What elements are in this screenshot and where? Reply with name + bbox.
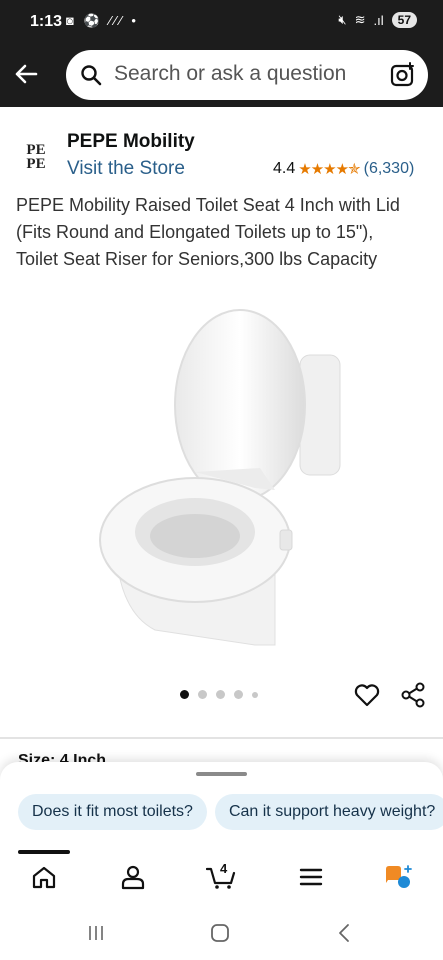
status-bar: 1:13 ◙ ⚽ ⁄⁄⁄ • 🔇︎ ≋ .ıl 57 <box>0 0 443 46</box>
carousel-dot[interactable] <box>234 690 243 699</box>
brand-name: PEPE Mobility <box>67 131 195 152</box>
image-carousel-dots[interactable] <box>180 690 258 699</box>
cart-count-badge: 4 <box>220 861 228 876</box>
suggestion-chip[interactable]: Does it fit most toilets? <box>18 794 207 830</box>
brand-row: PE PE PEPE Mobility Visit the Store 4.4 … <box>0 118 443 188</box>
carousel-dot[interactable] <box>198 690 207 699</box>
system-back-icon[interactable] <box>336 922 352 944</box>
product-title: PEPE Mobility Raised Toilet Seat 4 Inch … <box>16 195 400 269</box>
star-rating-icon: ★★★★✯ <box>298 161 360 178</box>
heart-icon[interactable] <box>353 682 381 708</box>
bottom-nav: 4 <box>0 850 443 906</box>
system-nav-bar <box>0 906 443 960</box>
visit-store-link[interactable]: Visit the Store <box>67 158 185 180</box>
rating-value: 4.4 <box>273 160 296 177</box>
suggestion-chips: Does it fit most toilets? Can it support… <box>18 794 443 830</box>
camera-lens-icon[interactable] <box>390 62 416 88</box>
brand-logo-line1: PE <box>26 142 46 158</box>
suggestion-chip[interactable]: Can it support heavy weight? <box>214 794 443 830</box>
status-time: 1:13 <box>30 13 63 30</box>
product-image[interactable] <box>95 300 355 650</box>
rating-summary[interactable]: 4.4 ★★★★✯ (6,330) <box>273 160 414 178</box>
mute-icon: 🔇︎ <box>338 12 347 27</box>
recents-icon[interactable] <box>86 924 106 942</box>
carousel-dot[interactable] <box>252 691 258 698</box>
signal-icon: .ıl <box>373 12 384 28</box>
account-icon[interactable] <box>120 864 146 890</box>
home-button-icon[interactable] <box>210 923 230 943</box>
share-icon[interactable] <box>400 682 426 708</box>
sheet-grabber[interactable] <box>196 772 247 776</box>
battery-indicator: 57 <box>391 12 417 28</box>
search-icon <box>81 65 102 86</box>
menu-icon[interactable] <box>298 864 324 890</box>
wifi-icon: ≋ <box>354 12 366 27</box>
nav-active-indicator <box>18 850 70 854</box>
status-right: 🔇︎ ≋ .ıl 57 <box>338 12 417 28</box>
brand-logo[interactable]: PE PE <box>16 132 56 182</box>
back-arrow-icon[interactable] <box>12 60 40 88</box>
notification-icons: ◙ ⚽ ⁄⁄⁄ • <box>66 13 139 28</box>
search-bar[interactable]: Search or ask a question <box>66 50 428 100</box>
rating-count[interactable]: (6,330) <box>364 160 415 178</box>
home-icon[interactable] <box>31 864 57 890</box>
carousel-dot[interactable] <box>216 690 225 699</box>
top-bar: 1:13 ◙ ⚽ ⁄⁄⁄ • 🔇︎ ≋ .ıl 57 Search or ask… <box>0 0 443 107</box>
section-divider <box>0 737 443 739</box>
rufus-icon[interactable] <box>384 864 414 890</box>
carousel-dot[interactable] <box>180 690 189 699</box>
search-input[interactable]: Search or ask a question <box>114 62 346 86</box>
rufus-suggestions-sheet: Does it fit most toilets? Can it support… <box>0 762 443 862</box>
brand-logo-line2: PE <box>26 156 46 172</box>
